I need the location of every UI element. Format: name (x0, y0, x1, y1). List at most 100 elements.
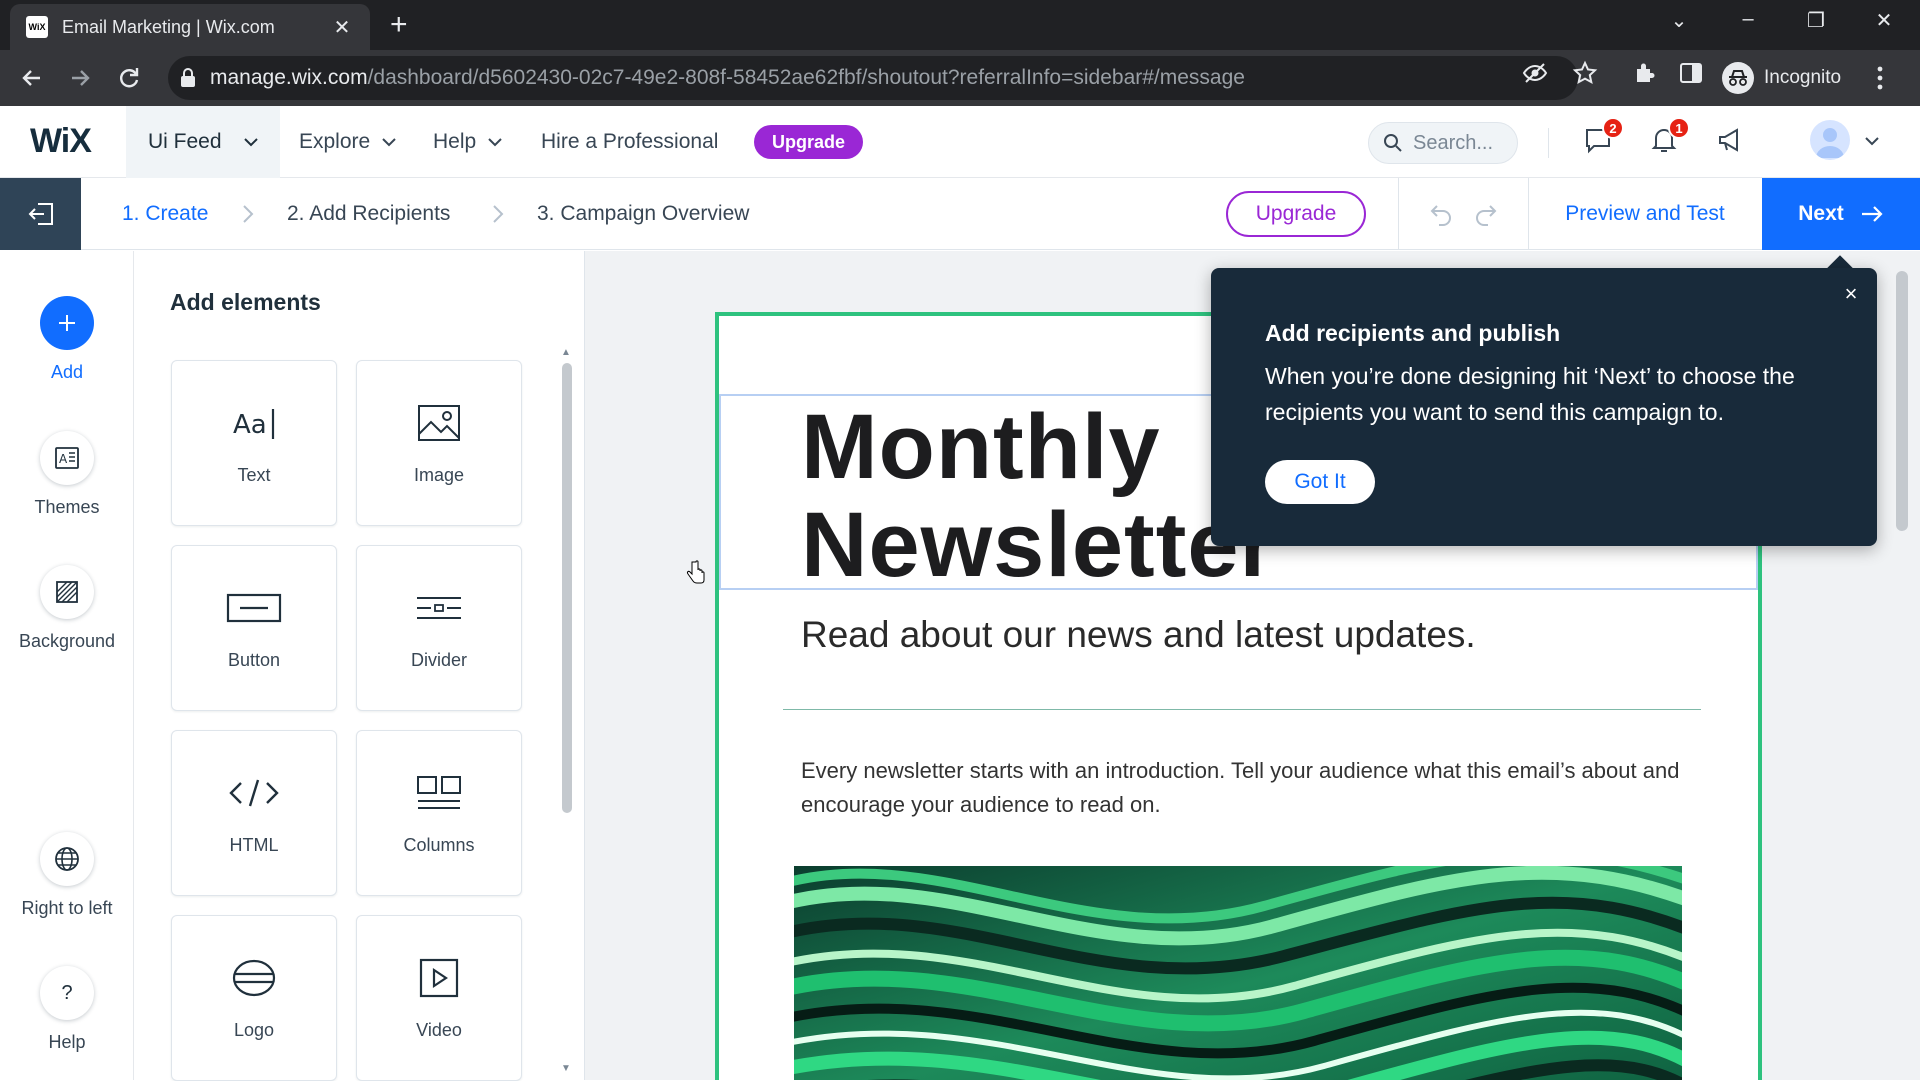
tile-label: Text (237, 465, 271, 485)
columns-icon (416, 771, 462, 815)
panel-scrollbar[interactable] (562, 363, 572, 813)
toolbar-divider (1398, 178, 1399, 250)
step-campaign-overview[interactable]: 3. Campaign Overview (537, 178, 749, 250)
bookmark-star-icon[interactable] (1572, 60, 1598, 86)
site-selector[interactable]: Ui Feed (126, 106, 280, 178)
preview-and-test-button[interactable]: Preview and Test (1528, 178, 1762, 250)
wix-favicon-icon: WiX (26, 16, 48, 38)
button-icon (226, 586, 282, 630)
minimize-icon[interactable]: – (1733, 8, 1763, 31)
nav-explore[interactable]: Explore (299, 106, 396, 178)
rail-themes[interactable]: A Themes (0, 431, 134, 518)
url-bar[interactable]: manage.wix.com/dashboard/d5602430-02c7-4… (168, 56, 1578, 100)
element-tile-logo[interactable]: Logo (171, 915, 337, 1081)
announcements-button[interactable] (1716, 126, 1744, 154)
step-create[interactable]: 1. Create (122, 178, 208, 250)
chevron-right-icon (243, 205, 254, 223)
canvas-scrollbar[interactable] (1896, 271, 1908, 531)
newsletter-subtitle[interactable]: Read about our news and latest updates. (801, 614, 1476, 656)
new-tab-icon[interactable]: + (390, 10, 408, 40)
tab-close-icon[interactable]: ✕ (330, 15, 354, 40)
incognito-icon (1722, 62, 1754, 94)
hand-cursor-icon (686, 560, 705, 584)
tile-label: Image (413, 465, 465, 485)
element-tile-text[interactable]: Aa Text (171, 360, 337, 526)
wix-top-nav: WiX Ui Feed Explore Help Hire a Professi… (0, 106, 1920, 178)
messages-badge: 2 (1602, 117, 1624, 139)
next-button[interactable]: Next (1762, 178, 1920, 250)
tile-label: Columns (403, 835, 475, 855)
step-add-recipients[interactable]: 2. Add Recipients (287, 178, 450, 250)
messages-button[interactable]: 2 (1584, 117, 1624, 154)
plus-icon (40, 296, 94, 350)
tooltip-body: When you’re done designing hit ‘Next’ to… (1265, 363, 1795, 425)
back-icon[interactable] (18, 64, 46, 92)
tooltip-close-icon[interactable]: × (1839, 282, 1863, 306)
exit-editor-button[interactable] (0, 178, 81, 250)
rail-background-label: Background (18, 631, 116, 651)
rail-background[interactable]: Background (0, 565, 134, 652)
element-tile-columns[interactable]: Columns (356, 730, 522, 896)
help-icon: ? (40, 966, 94, 1020)
newsletter-hero-image[interactable] (794, 866, 1682, 1080)
incognito-label: Incognito (1764, 67, 1842, 88)
tab-search-chevron-icon[interactable]: ⌄ (1664, 8, 1694, 33)
scroll-down-arrow-icon[interactable]: ▼ (559, 1063, 573, 1074)
onboarding-tooltip: × Add recipients and publish When you’re… (1211, 268, 1877, 546)
add-elements-panel: Add elements Aa Text Image Button Divide… (134, 251, 585, 1081)
tooltip-title: Add recipients and publish (1265, 320, 1561, 346)
nav-help[interactable]: Help (433, 106, 502, 178)
incognito-profile[interactable]: Incognito (1722, 56, 1841, 100)
element-tile-html[interactable]: HTML (171, 730, 337, 896)
user-avatar[interactable] (1810, 120, 1850, 160)
rail-add[interactable]: Add (0, 296, 134, 383)
logo-icon (231, 956, 277, 1000)
nav-hire-professional[interactable]: Hire a Professional (541, 106, 718, 178)
chevron-right-icon (493, 205, 504, 223)
element-tile-button[interactable]: Button (171, 545, 337, 711)
rail-themes-label: Themes (34, 497, 100, 517)
element-tile-video[interactable]: Video (356, 915, 522, 1081)
element-tile-image[interactable]: Image (356, 360, 522, 526)
wix-logo[interactable]: WiX (30, 122, 92, 161)
nav-help-label: Help (433, 130, 477, 153)
upgrade-button[interactable]: Upgrade (1226, 191, 1366, 237)
video-icon (419, 956, 459, 1000)
reload-icon[interactable] (115, 64, 143, 92)
megaphone-icon (1719, 128, 1738, 152)
newsletter-title[interactable]: Monthly Newsletter (801, 398, 1276, 594)
tile-label: Divider (410, 650, 467, 670)
divider-line[interactable] (783, 709, 1701, 710)
svg-text:Aa: Aa (233, 410, 267, 440)
tile-label: Button (227, 650, 281, 670)
browser-menu-icon[interactable] (1876, 64, 1884, 92)
editor-left-rail: Add A Themes Background Right to left ? … (0, 251, 134, 1080)
forward-icon[interactable] (66, 64, 94, 92)
lock-icon[interactable] (180, 68, 196, 88)
extensions-puzzle-icon[interactable] (1632, 60, 1658, 86)
tracking-protection-eye-icon[interactable] (1522, 60, 1548, 86)
url-path: /dashboard/d5602430-02c7-49e2-808f-58452… (367, 66, 1245, 89)
restore-icon[interactable]: ❐ (1801, 8, 1831, 33)
nav-explore-label: Explore (299, 130, 371, 153)
code-icon (227, 771, 281, 815)
rail-add-label: Add (50, 362, 84, 382)
got-it-button[interactable]: Got It (1265, 460, 1375, 504)
rail-help[interactable]: ? Help (0, 966, 134, 1053)
notifications-button[interactable]: 1 (1650, 117, 1690, 154)
element-tile-divider[interactable]: Divider (356, 545, 522, 711)
browser-tab[interactable]: WiX Email Marketing | Wix.com ✕ (10, 4, 370, 50)
panel-title: Add elements (170, 289, 321, 315)
newsletter-intro-text[interactable]: Every newsletter starts with an introduc… (801, 754, 1681, 822)
globe-icon (40, 832, 94, 886)
upgrade-pill-button[interactable]: Upgrade (754, 125, 864, 159)
undo-icon[interactable] (1428, 202, 1454, 226)
scroll-up-arrow-icon[interactable]: ▲ (559, 347, 573, 358)
arrow-right-icon (1861, 206, 1883, 222)
account-chevron-down-icon[interactable] (1865, 136, 1879, 146)
side-panel-icon[interactable] (1678, 60, 1704, 86)
redo-icon[interactable] (1473, 202, 1499, 226)
search-input[interactable]: Search... (1368, 122, 1518, 164)
window-close-icon[interactable]: ✕ (1869, 8, 1899, 33)
rail-right-to-left[interactable]: Right to left (0, 832, 134, 919)
